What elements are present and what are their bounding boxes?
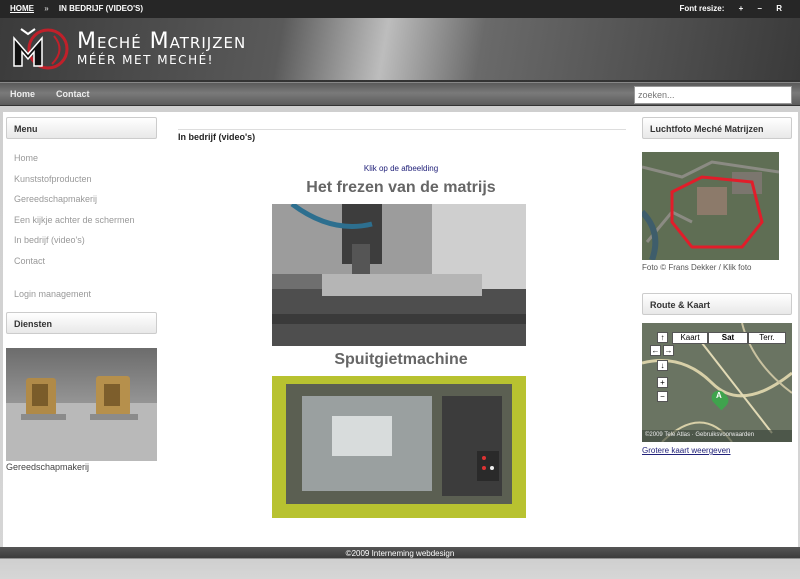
sidebar-item-login[interactable]: Login management — [14, 289, 91, 299]
services-heading: Diensten — [6, 312, 157, 334]
services-caption[interactable]: Gereedschapmakerij — [6, 462, 89, 472]
site-tagline: MÉÉR MET MECHÉ! — [77, 53, 214, 67]
aerial-heading: Luchtfoto Meché Matrijzen — [642, 117, 792, 139]
menu-heading: Menu — [6, 117, 157, 139]
sidebar-item-achter-de-schermen[interactable]: Een kijkje achter de schermen — [14, 215, 135, 225]
main-nav: Home Contact — [0, 82, 800, 106]
video2-thumbnail[interactable] — [272, 376, 526, 518]
page-title: In bedrijf (video's) — [178, 132, 256, 142]
video1-thumbnail[interactable] — [272, 204, 526, 346]
map-pan-right-icon[interactable]: → — [663, 345, 674, 356]
breadcrumb-separator: » — [44, 4, 49, 13]
map-type-terrain[interactable]: Terr. — [748, 332, 786, 344]
nav-item-home[interactable]: Home — [10, 89, 35, 99]
map-pan-down-icon[interactable]: ↓ — [657, 360, 668, 371]
sidebar-item-home[interactable]: Home — [14, 153, 38, 163]
search-input[interactable] — [634, 86, 792, 104]
map-type-kaart[interactable]: Kaart — [672, 332, 708, 344]
sidebar-item-in-bedrijf[interactable]: In bedrijf (video's) — [14, 235, 85, 245]
title-rule — [178, 129, 626, 130]
footer-text[interactable]: ©2009 Interneming webdesign — [0, 549, 800, 558]
services-photo[interactable] — [6, 348, 157, 461]
content-area: Menu Home Kunststofproducten Gereedschap… — [3, 112, 798, 547]
sidebar-item-contact[interactable]: Contact — [14, 256, 45, 266]
brand: Meché Matrijzen MÉÉR MET MECHÉ! — [77, 29, 246, 67]
site-header: Meché Matrijzen MÉÉR MET MECHÉ! — [0, 18, 800, 80]
font-reset-button[interactable]: R — [776, 4, 782, 13]
map-pan-up-icon[interactable]: ↑ — [657, 332, 668, 343]
sidebar-item-gereedschapmakerij[interactable]: Gereedschapmakerij — [14, 194, 97, 204]
map-attribution[interactable]: ©2009 Tele Atlas · Gebruiksvoorwaarden — [645, 432, 754, 438]
video1-title: Het frezen van de matrijs — [306, 179, 496, 196]
bigger-map-link[interactable]: Grotere kaart weergeven — [642, 446, 731, 455]
breadcrumb-home-link[interactable]: HOME — [10, 4, 34, 13]
nav-item-contact[interactable]: Contact — [56, 89, 90, 99]
sidebar-item-kunststofproducten[interactable]: Kunststofproducten — [14, 174, 92, 184]
aerial-photo[interactable] — [642, 152, 779, 260]
map-pan-left-icon[interactable]: ← — [650, 345, 661, 356]
click-hint: Klik op de afbeelding — [363, 164, 439, 173]
aerial-caption: Foto © Frans Dekker / Klik foto — [642, 263, 752, 272]
font-increase-button[interactable]: + — [739, 4, 744, 13]
meche-logo[interactable] — [8, 26, 74, 72]
font-decrease-button[interactable]: – — [758, 4, 762, 13]
breadcrumb-current: IN BEDRIJF (VIDEO'S) — [58, 4, 144, 13]
map-marker-label: A — [716, 391, 722, 400]
site-name: Meché Matrijzen — [77, 29, 247, 54]
map-type-sat[interactable]: Sat — [708, 332, 748, 344]
font-resize: Font resize: + – R — [679, 4, 782, 13]
video2-title: Spuitgietmachine — [334, 351, 468, 368]
breadcrumb: HOME » IN BEDRIJF (VIDEO'S) — [10, 4, 143, 13]
font-resize-label: Font resize: — [679, 4, 725, 13]
map-zoom-out-icon[interactable]: − — [657, 391, 668, 402]
route-heading: Route & Kaart — [642, 293, 792, 315]
top-bar: HOME » IN BEDRIJF (VIDEO'S) Font resize:… — [0, 0, 800, 18]
map-zoom-in-icon[interactable]: + — [657, 377, 668, 388]
site-footer: ©2009 Interneming webdesign — [0, 547, 800, 579]
